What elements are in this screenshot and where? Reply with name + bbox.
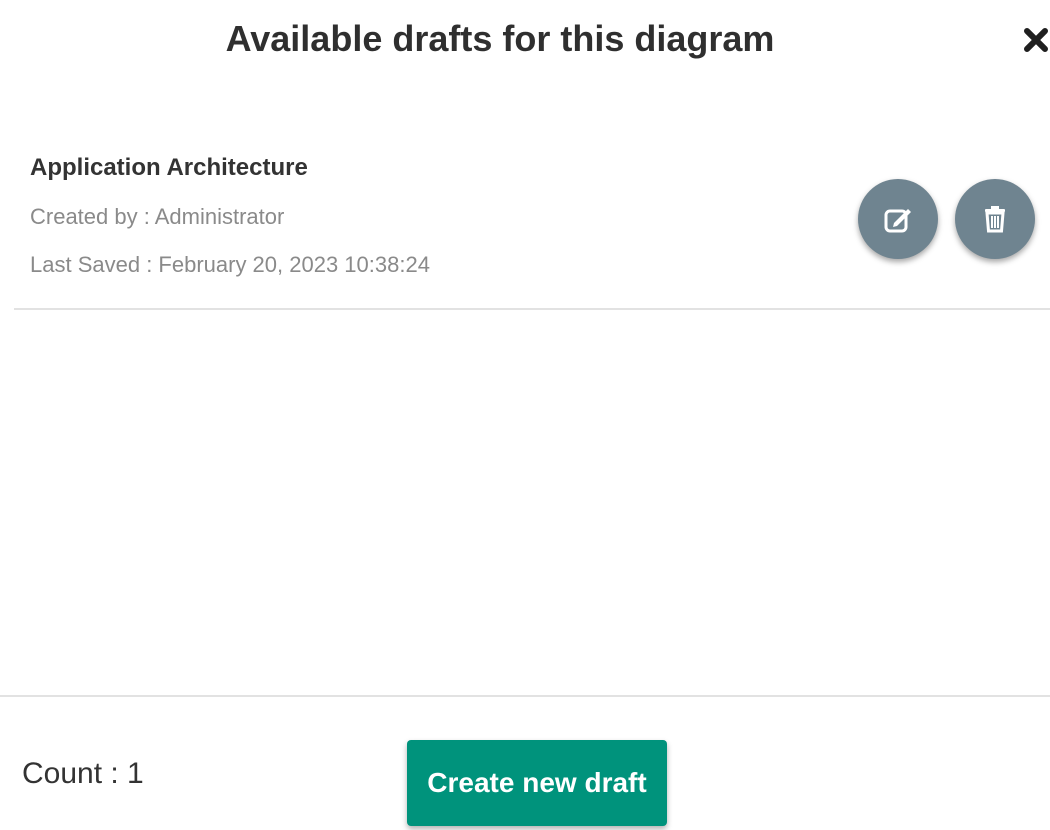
draft-last-saved: Last Saved : February 20, 2023 10:38:24 — [30, 252, 430, 277]
trash-icon — [985, 206, 1005, 233]
edit-icon — [884, 209, 911, 233]
create-new-draft-button[interactable]: Create new draft — [407, 740, 667, 826]
close-icon — [1024, 28, 1048, 52]
draft-name: Application Architecture — [30, 154, 308, 181]
edit-draft-button[interactable] — [858, 179, 938, 259]
drafts-dialog: Available drafts for this diagram Applic… — [0, 0, 1050, 830]
delete-draft-button[interactable] — [955, 179, 1035, 259]
draft-list-item[interactable]: Application Architecture Created by : Ad… — [14, 140, 1050, 310]
draft-created-by: Created by : Administrator — [30, 204, 285, 229]
draft-count: Count : 1 — [22, 757, 144, 790]
close-button[interactable] — [1022, 22, 1050, 56]
dialog-title: Available drafts for this diagram — [225, 18, 775, 59]
footer-divider — [0, 695, 1050, 697]
